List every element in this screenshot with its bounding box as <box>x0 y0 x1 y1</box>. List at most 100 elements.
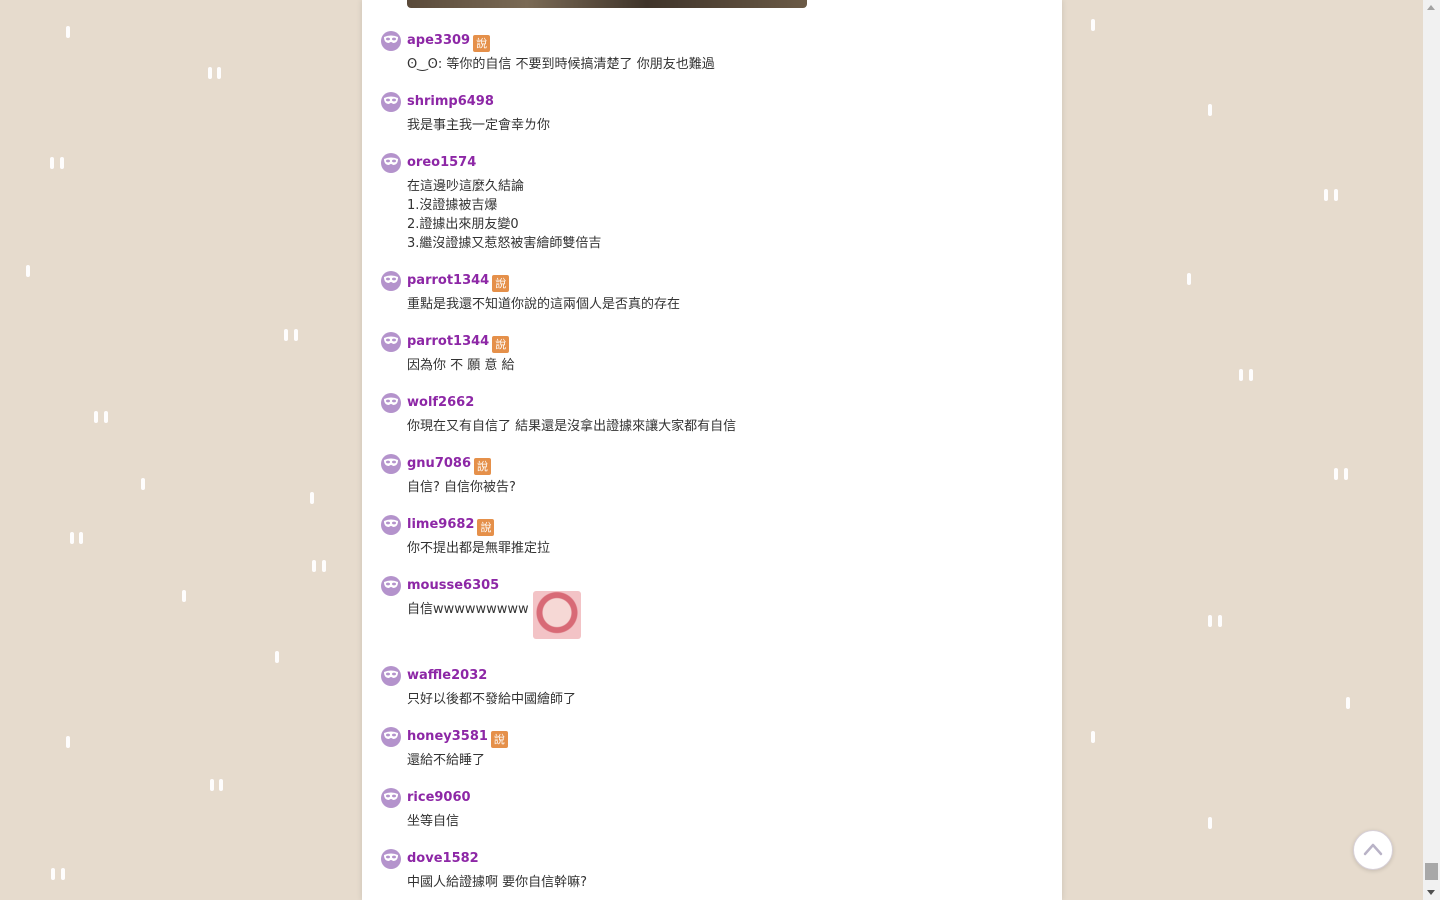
username[interactable]: shrimp6498 <box>407 94 494 109</box>
comment-text: 你現在又有自信了 結果還是沒拿出證據來讓大家都有自信 <box>407 417 736 436</box>
comment-text: 自信? 自信你被告? <box>407 478 516 497</box>
username[interactable]: parrot1344 說 <box>407 273 510 292</box>
background-dash <box>1249 369 1253 381</box>
speak-badge: 說 <box>492 336 510 353</box>
background-dash <box>294 329 298 341</box>
mask-icon[interactable] <box>381 788 401 808</box>
username-text[interactable]: parrot1344 <box>407 334 489 349</box>
speak-badge: 說 <box>492 275 510 292</box>
background-dash <box>217 67 221 79</box>
comment-text: 坐等自信 <box>407 812 459 831</box>
background-dash <box>50 157 54 169</box>
username-text[interactable]: honey3581 <box>407 729 488 744</box>
chevron-up-icon <box>1363 843 1383 856</box>
mask-icon[interactable] <box>381 454 401 474</box>
comment-text: 自信wwwwwwwww <box>407 591 581 639</box>
comment-text: 因為你 不 願 意 給 <box>407 356 515 375</box>
background-dash <box>1218 615 1222 627</box>
comment-line: ʘ‿ʘ: 等你的自信 不要到時候搞清楚了 你朋友也難過 <box>407 57 715 72</box>
background-dash <box>219 779 223 791</box>
post-image <box>407 0 807 8</box>
background-dash <box>312 560 316 572</box>
scroll-up-arrow-icon[interactable] <box>1427 5 1435 10</box>
background-dash <box>1346 697 1350 709</box>
background-dash <box>310 492 314 504</box>
username[interactable]: honey3581 說 <box>407 729 508 748</box>
mask-icon[interactable] <box>381 31 401 51</box>
comment-text: 我是事主我一定會幸ㄌ你 <box>407 116 550 135</box>
background-dash <box>60 157 64 169</box>
comment-line: 1.沒證據被吉爆 <box>407 198 498 213</box>
comment-text: 在這邊吵這麼久結論 1.沒證據被吉爆 2.證據出來朋友變0 3.繼沒證據又惹怒被… <box>407 177 601 253</box>
comment-line: 重點是我還不知道你說的這兩個人是否真的存在 <box>407 297 681 312</box>
comment-text: 中國人給證據啊 要你自信幹嘛? <box>407 873 587 892</box>
scroll-to-top-button[interactable] <box>1353 830 1393 870</box>
username-text[interactable]: parrot1344 <box>407 273 489 288</box>
background-dash <box>26 265 30 277</box>
background-dash <box>1208 104 1212 116</box>
comment-line: 自信? 自信你被告? <box>407 480 516 495</box>
mask-icon[interactable] <box>381 92 401 112</box>
background-dash <box>1334 468 1338 480</box>
comment-line: 自信wwwwwwwww <box>407 602 529 617</box>
username[interactable]: waffle2032 <box>407 668 487 683</box>
mask-icon[interactable] <box>381 727 401 747</box>
username-text[interactable]: ape3309 <box>407 33 470 48</box>
mask-icon[interactable] <box>381 666 401 686</box>
background-dash <box>1208 817 1212 829</box>
username-text[interactable]: waffle2032 <box>407 668 487 683</box>
background-dash <box>1208 615 1212 627</box>
mask-icon[interactable] <box>381 576 401 596</box>
background-dash <box>66 736 70 748</box>
mask-icon[interactable] <box>381 515 401 535</box>
comment-line: 還給不給睡了 <box>407 753 486 768</box>
background-dash <box>1334 189 1338 201</box>
comment-panel: ape3309 說 ʘ‿ʘ: 等你的自信 不要到時候搞清楚了 你朋友也難過 shr… <box>362 0 1062 900</box>
username[interactable]: rice9060 <box>407 790 471 805</box>
username[interactable]: mousse6305 <box>407 578 499 593</box>
mask-icon[interactable] <box>381 393 401 413</box>
username[interactable]: ape3309 說 <box>407 33 491 52</box>
background-dash <box>1344 468 1348 480</box>
username-text[interactable]: gnu7086 <box>407 456 471 471</box>
username-text[interactable]: oreo1574 <box>407 155 476 170</box>
comment-line: 因為你 不 願 意 給 <box>407 358 515 373</box>
vertical-scrollbar[interactable] <box>1423 0 1440 900</box>
username-text[interactable]: mousse6305 <box>407 578 499 593</box>
mask-icon[interactable] <box>381 849 401 869</box>
username-text[interactable]: rice9060 <box>407 790 471 805</box>
background-dash <box>208 67 212 79</box>
comment-line: 中國人給證據啊 要你自信幹嘛? <box>407 875 588 890</box>
username[interactable]: parrot1344 說 <box>407 334 510 353</box>
background-dash <box>141 478 145 490</box>
username[interactable]: oreo1574 <box>407 155 476 170</box>
username[interactable]: gnu7086 說 <box>407 456 491 475</box>
comment-line: 我是事主我一定會幸ㄌ你 <box>407 118 551 133</box>
comment-text: 重點是我還不知道你說的這兩個人是否真的存在 <box>407 295 680 314</box>
comment-line: 你現在又有自信了 結果還是沒拿出證據來讓大家都有自信 <box>407 419 737 434</box>
username[interactable]: dove1582 <box>407 851 479 866</box>
mask-icon[interactable] <box>381 332 401 352</box>
scroll-down-arrow-icon[interactable] <box>1427 890 1435 895</box>
username-text[interactable]: wolf2662 <box>407 395 474 410</box>
background-dash <box>1324 189 1328 201</box>
comment-line: 在這邊吵這麼久結論 <box>407 179 525 194</box>
username[interactable]: wolf2662 <box>407 395 474 410</box>
comment-text: 只好以後都不發給中國繪師了 <box>407 690 576 709</box>
mask-icon[interactable] <box>381 153 401 173</box>
background-dash <box>182 590 186 602</box>
speak-badge: 說 <box>473 35 491 52</box>
mask-icon[interactable] <box>381 271 401 291</box>
background-dash <box>1091 19 1095 31</box>
background-dash <box>66 26 70 38</box>
username-text[interactable]: shrimp6498 <box>407 94 494 109</box>
background-dash <box>79 532 83 544</box>
angry-face-sticker <box>532 591 581 639</box>
username-text[interactable]: lime9682 <box>407 517 474 532</box>
background-dash <box>322 560 326 572</box>
username[interactable]: lime9682 說 <box>407 517 495 536</box>
comment-text: 你不提出都是無罪推定拉 <box>407 539 550 558</box>
scrollbar-thumb[interactable] <box>1425 863 1438 880</box>
username-text[interactable]: dove1582 <box>407 851 479 866</box>
background-dash <box>70 532 74 544</box>
